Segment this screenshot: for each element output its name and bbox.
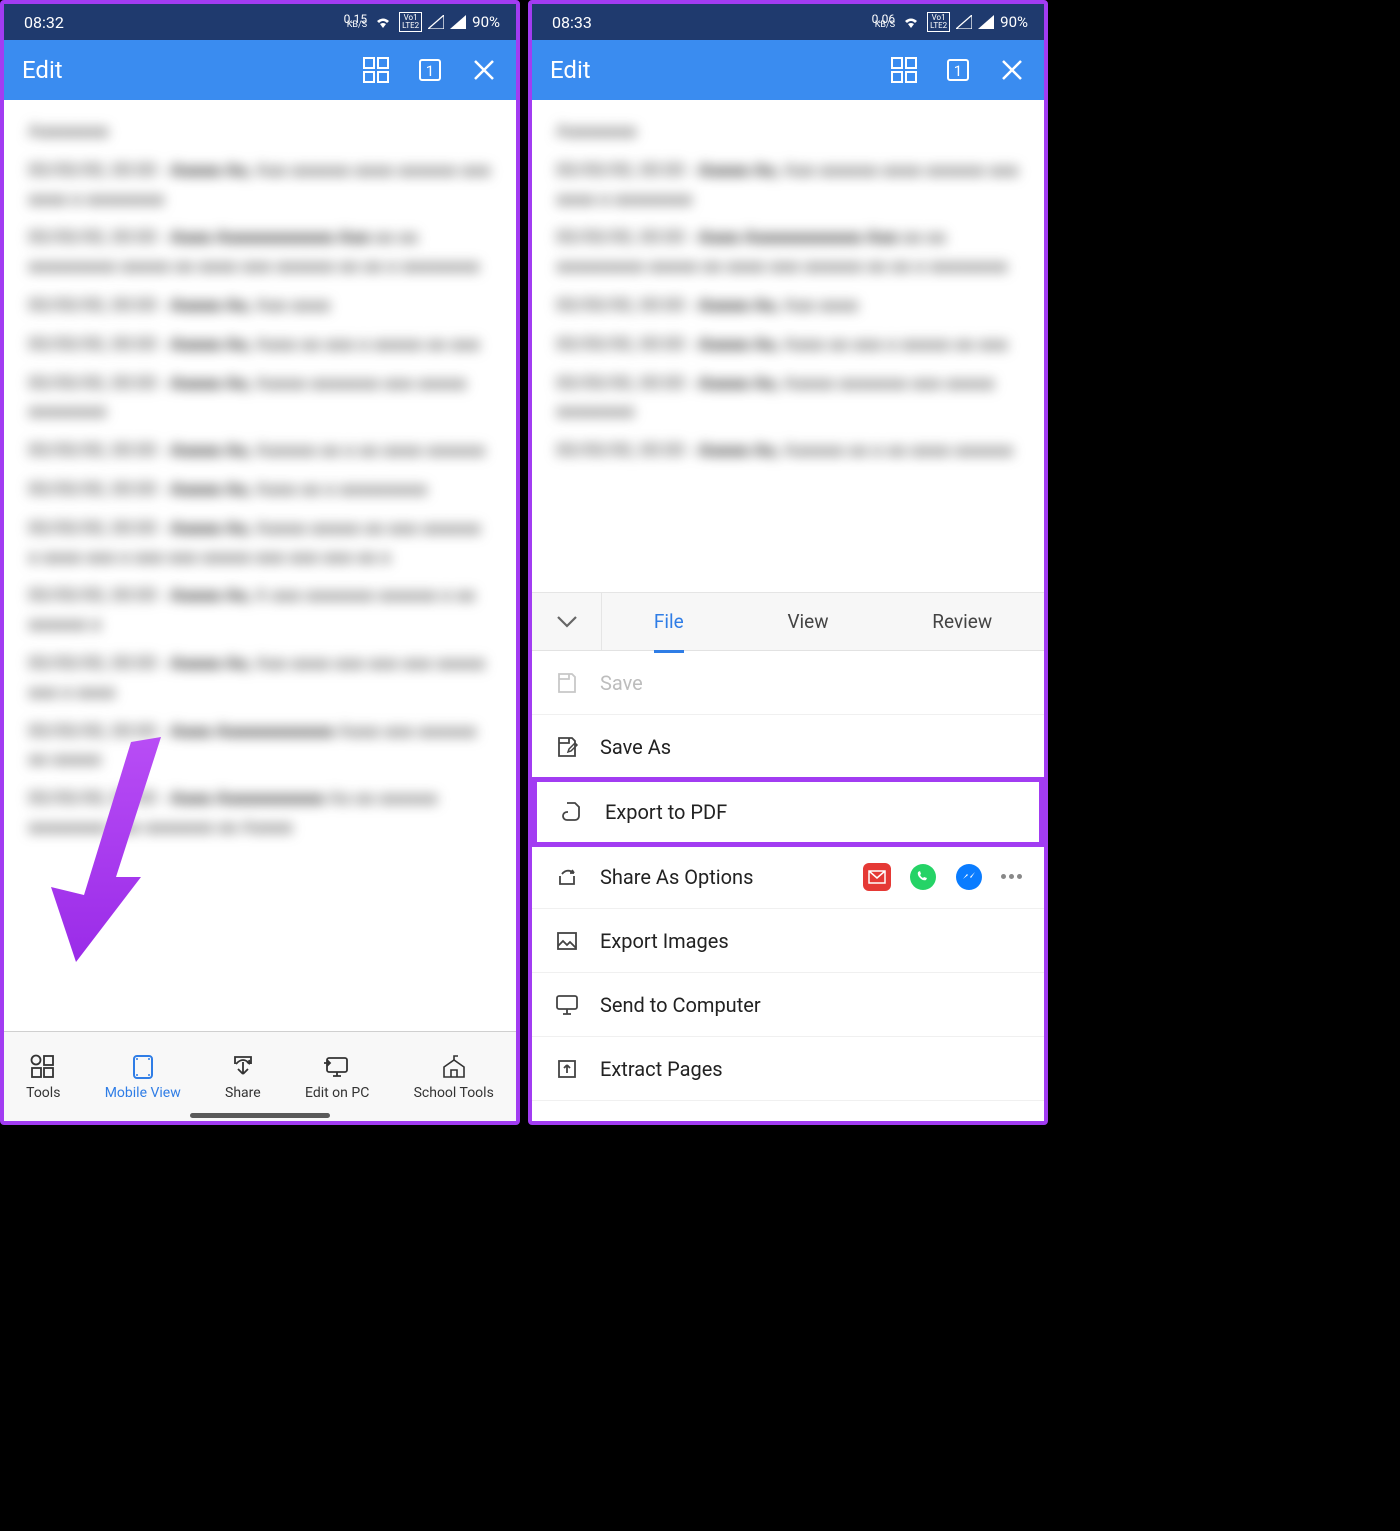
phone-right: 08:33 0.06 KB/S Vo1LTE2 90% Edit 1	[528, 0, 1048, 1125]
file-menu-list: Save Save As Export to PDF Share As Opti…	[532, 651, 1044, 1121]
nav-school-tools[interactable]: School Tools	[414, 1053, 494, 1101]
page-count-badge[interactable]: 1	[944, 56, 972, 84]
network-speed: 0.15 KB/S	[344, 16, 367, 28]
chevron-down-icon	[556, 615, 578, 629]
pdf-icon	[559, 799, 585, 825]
menu-label: Save As	[600, 735, 1022, 759]
bottom-nav: Tools Mobile View Share Edit on PC Schoo…	[4, 1031, 516, 1121]
nav-label: Mobile View	[105, 1085, 181, 1101]
lte-badge: Vo1LTE2	[927, 12, 950, 32]
nav-tools[interactable]: Tools	[26, 1053, 60, 1101]
close-icon[interactable]	[998, 56, 1026, 84]
share-icon	[554, 864, 580, 890]
menu-export-pdf[interactable]: Export to PDF	[532, 777, 1044, 847]
nav-label: Edit on PC	[305, 1085, 369, 1101]
signal-icon-2	[450, 15, 466, 29]
extract-icon	[554, 1056, 580, 1082]
menu-label: Export to PDF	[605, 800, 1017, 824]
messenger-icon[interactable]	[955, 863, 983, 891]
nav-label: Share	[225, 1085, 261, 1101]
save-icon	[554, 670, 580, 696]
tools-panel: File View Review Save Save As	[532, 592, 1044, 1121]
nav-edit-on-pc[interactable]: Edit on PC	[305, 1053, 369, 1101]
app-bar-actions: 1	[890, 56, 1026, 84]
document-body[interactable]: Aaaaaaaa 00/00/00, 00:00 - Aaaaa Aa, Aaa…	[532, 100, 1044, 592]
grid-icon[interactable]	[890, 56, 918, 84]
nav-share[interactable]: Share	[225, 1053, 261, 1101]
phone-left: 08:32 0.15 KB/S Vo1LTE2 90% Edit 1	[0, 0, 520, 1125]
share-icon	[229, 1053, 257, 1081]
nav-label: School Tools	[414, 1085, 494, 1101]
document-content-blurred: Aaaaaaaa 00/00/00, 00:00 - Aaaaa Aa, Aaa…	[556, 118, 1020, 466]
pc-icon	[323, 1053, 351, 1081]
tools-icon	[29, 1053, 57, 1081]
close-icon[interactable]	[470, 56, 498, 84]
signal-icon-1	[956, 15, 972, 29]
collapse-panel-button[interactable]	[532, 593, 602, 650]
app-bar: Edit 1	[4, 40, 516, 100]
signal-icon-1	[428, 15, 444, 29]
computer-icon	[554, 992, 580, 1018]
svg-text:1: 1	[426, 62, 434, 80]
status-time: 08:32	[24, 13, 64, 32]
panel-tab-row: File View Review	[532, 593, 1044, 651]
status-bar: 08:33 0.06 KB/S Vo1LTE2 90%	[532, 4, 1044, 40]
status-right: 0.15 KB/S Vo1LTE2 90%	[344, 12, 500, 32]
wifi-icon	[901, 14, 921, 30]
menu-label: Send to Computer	[600, 993, 1022, 1017]
svg-text:1: 1	[954, 62, 962, 80]
menu-save-as[interactable]: Save As	[532, 715, 1044, 779]
more-icon[interactable]	[1001, 874, 1022, 879]
image-icon	[554, 928, 580, 954]
mobile-view-icon	[129, 1053, 157, 1081]
panel-tabs: File View Review	[602, 600, 1044, 643]
battery-percent: 90%	[472, 13, 500, 31]
lte-badge: Vo1LTE2	[399, 12, 422, 32]
whatsapp-icon[interactable]	[909, 863, 937, 891]
menu-export-images[interactable]: Export Images	[532, 909, 1044, 973]
school-icon	[440, 1053, 468, 1081]
status-right: 0.06 KB/S Vo1LTE2 90%	[872, 12, 1028, 32]
page-count-badge[interactable]: 1	[416, 56, 444, 84]
signal-icon-2	[978, 15, 994, 29]
document-body[interactable]: Aaaaaaaa 00/00/00, 00:00 - Aaaaa Aa, Aaa…	[4, 100, 516, 1031]
app-bar: Edit 1	[532, 40, 1044, 100]
save-as-icon	[554, 734, 580, 760]
menu-label: Extract Pages	[600, 1057, 1022, 1081]
menu-send-to-computer[interactable]: Send to Computer	[532, 973, 1044, 1037]
nav-mobile-view[interactable]: Mobile View	[105, 1053, 181, 1101]
menu-label: Save	[600, 671, 1022, 695]
app-title: Edit	[22, 56, 362, 84]
wifi-icon	[373, 14, 393, 30]
tab-file[interactable]: File	[654, 600, 684, 643]
document-content-blurred: Aaaaaaaa 00/00/00, 00:00 - Aaaaa Aa, Aaa…	[28, 118, 492, 843]
app-bar-actions: 1	[362, 56, 498, 84]
menu-row-partial	[532, 1101, 1044, 1121]
status-bar: 08:32 0.15 KB/S Vo1LTE2 90%	[4, 4, 516, 40]
share-app-icons	[863, 863, 1022, 891]
status-time: 08:33	[552, 13, 592, 32]
menu-share-as-options[interactable]: Share As Options	[532, 845, 1044, 909]
app-title: Edit	[550, 56, 890, 84]
tab-view[interactable]: View	[787, 600, 828, 643]
nav-label: Tools	[26, 1085, 60, 1101]
battery-percent: 90%	[1000, 13, 1028, 31]
menu-save: Save	[532, 651, 1044, 715]
menu-label: Export Images	[600, 929, 1022, 953]
gmail-icon[interactable]	[863, 863, 891, 891]
tab-review[interactable]: Review	[932, 600, 992, 643]
home-indicator	[190, 1113, 330, 1118]
menu-label: Share As Options	[600, 865, 843, 889]
network-speed: 0.06 KB/S	[872, 16, 895, 28]
menu-extract-pages[interactable]: Extract Pages	[532, 1037, 1044, 1101]
grid-icon[interactable]	[362, 56, 390, 84]
